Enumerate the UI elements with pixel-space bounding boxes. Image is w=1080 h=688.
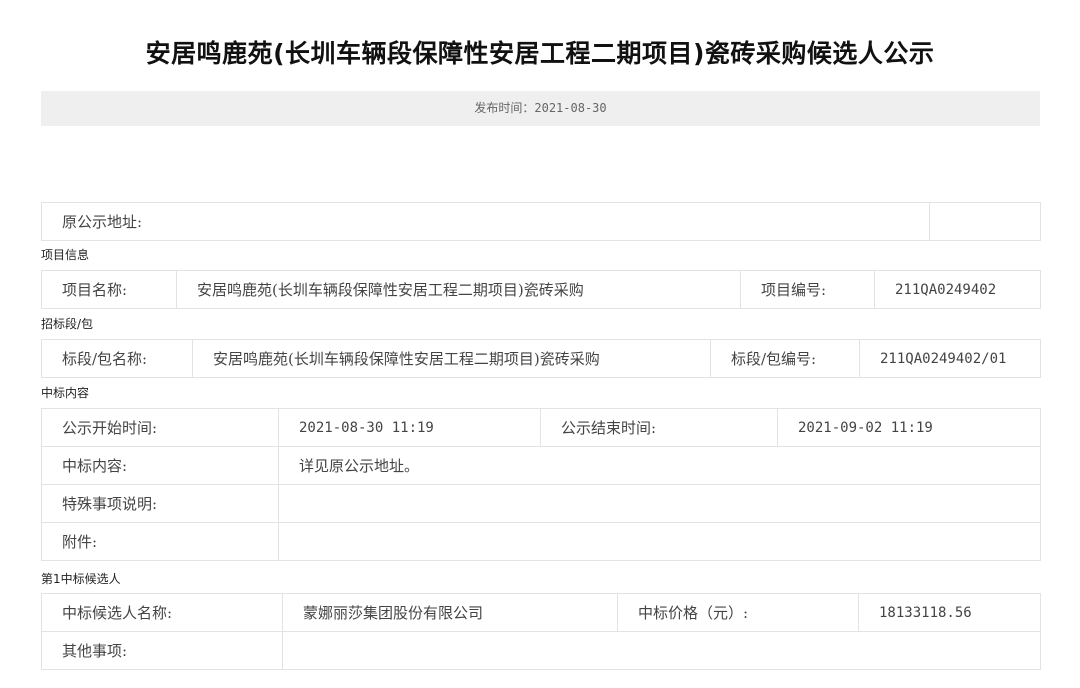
table-row: 原公示地址: — [41, 202, 1041, 241]
table-row: 中标候选人名称: 蒙娜丽莎集团股份有限公司 中标价格（元）: 18133118.… — [41, 593, 1041, 632]
section-heading-candidate: 第1中标候选人 — [41, 572, 121, 586]
candidate-name-label: 中标候选人名称: — [41, 593, 283, 632]
special-notes-label: 特殊事项说明: — [41, 484, 279, 523]
award-table: 公示开始时间: 2021-08-30 11:19 公示结束时间: 2021-09… — [41, 408, 1041, 561]
table-row: 其他事项: — [41, 631, 1041, 670]
table-row: 项目名称: 安居鸣鹿苑(长圳车辆段保障性安居工程二期项目)瓷砖采购 项目编号: … — [41, 270, 1041, 309]
table-row: 公示开始时间: 2021-08-30 11:19 公示结束时间: 2021-09… — [41, 408, 1041, 447]
table-row: 特殊事项说明: — [41, 484, 1041, 523]
section-heading-project: 项目信息 — [41, 248, 90, 262]
project-name-label: 项目名称: — [41, 270, 177, 309]
page-title: 安居鸣鹿苑(长圳车辆段保障性安居工程二期项目)瓷砖采购候选人公示 — [145, 39, 935, 68]
award-content-value: 详见原公示地址。 — [278, 446, 1041, 485]
lot-table: 标段/包名称: 安居鸣鹿苑(长圳车辆段保障性安居工程二期项目)瓷砖采购 标段/包… — [41, 339, 1041, 378]
other-items-value — [282, 631, 1041, 670]
project-code-value: 211QA0249402 — [874, 270, 1041, 309]
section-heading-award: 中标内容 — [41, 386, 90, 400]
attachment-value[interactable] — [278, 522, 1041, 561]
lot-name-label: 标段/包名称: — [41, 339, 193, 378]
project-code-label: 项目编号: — [740, 270, 875, 309]
source-table: 原公示地址: — [41, 202, 1041, 241]
table-row: 中标内容: 详见原公示地址。 — [41, 446, 1041, 485]
other-items-label: 其他事项: — [41, 631, 283, 670]
candidate-name-value: 蒙娜丽莎集团股份有限公司 — [282, 593, 618, 632]
bid-price-label: 中标价格（元）: — [617, 593, 859, 632]
publish-date: 发布时间：2021-08-30 — [41, 91, 1040, 126]
table-row: 附件: — [41, 522, 1041, 561]
table-row: 标段/包名称: 安居鸣鹿苑(长圳车辆段保障性安居工程二期项目)瓷砖采购 标段/包… — [41, 339, 1041, 378]
candidate-table: 中标候选人名称: 蒙娜丽莎集团股份有限公司 中标价格（元）: 18133118.… — [41, 593, 1041, 670]
source-label: 原公示地址: — [41, 202, 930, 241]
lot-code-label: 标段/包编号: — [710, 339, 860, 378]
attachment-label: 附件: — [41, 522, 279, 561]
section-heading-lot: 招标段/包 — [41, 317, 94, 331]
end-time-value: 2021-09-02 11:19 — [777, 408, 1041, 447]
special-notes-value — [278, 484, 1041, 523]
award-content-label: 中标内容: — [41, 446, 279, 485]
lot-code-value: 211QA0249402/01 — [859, 339, 1041, 378]
project-table: 项目名称: 安居鸣鹿苑(长圳车辆段保障性安居工程二期项目)瓷砖采购 项目编号: … — [41, 270, 1041, 309]
end-time-label: 公示结束时间: — [540, 408, 778, 447]
project-name-value: 安居鸣鹿苑(长圳车辆段保障性安居工程二期项目)瓷砖采购 — [176, 270, 741, 309]
lot-name-value: 安居鸣鹿苑(长圳车辆段保障性安居工程二期项目)瓷砖采购 — [192, 339, 711, 378]
source-link[interactable] — [929, 202, 1041, 241]
start-time-value: 2021-08-30 11:19 — [278, 408, 541, 447]
start-time-label: 公示开始时间: — [41, 408, 279, 447]
bid-price-value: 18133118.56 — [858, 593, 1041, 632]
